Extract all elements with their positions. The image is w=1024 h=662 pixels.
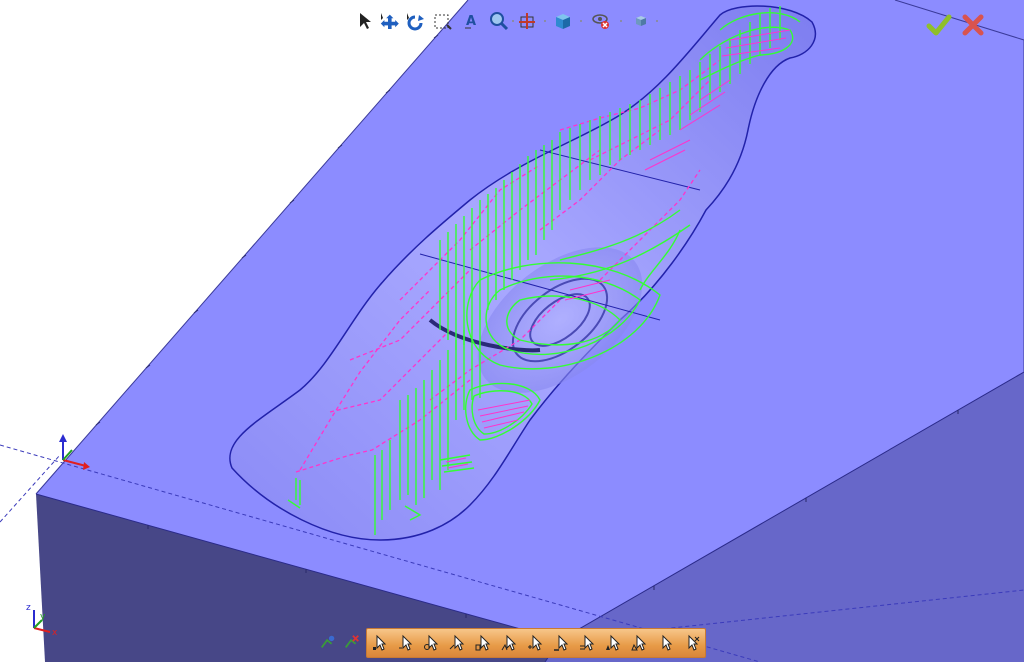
cursor-tool-12[interactable] bbox=[653, 630, 679, 656]
3d-viewport[interactable]: z y x A bbox=[0, 0, 1024, 662]
cancel-button[interactable] bbox=[960, 12, 986, 38]
cursor-tool-4[interactable] bbox=[445, 630, 471, 656]
rotate-icon[interactable] bbox=[404, 10, 426, 32]
cursor-tool-8[interactable] bbox=[549, 630, 575, 656]
toolpath-simulate-icon[interactable] bbox=[318, 632, 338, 652]
toolpath-delete-icon[interactable] bbox=[342, 632, 362, 652]
cursor-tool-2[interactable] bbox=[393, 630, 419, 656]
cursor-tool-6[interactable] bbox=[497, 630, 523, 656]
triad-x-label: x bbox=[52, 628, 58, 638]
pan-center-icon[interactable] bbox=[516, 10, 538, 32]
visibility-icon[interactable] bbox=[590, 10, 612, 32]
triad-y-label: y bbox=[40, 612, 46, 622]
cursor-tool-13[interactable] bbox=[679, 630, 705, 656]
zoom-icon[interactable] bbox=[488, 10, 510, 32]
small-cube-icon[interactable] bbox=[630, 10, 652, 32]
checkmark-icon bbox=[926, 14, 952, 36]
zoom-text-icon[interactable]: A bbox=[462, 10, 484, 32]
view-cube-icon[interactable] bbox=[552, 10, 574, 32]
move-icon[interactable] bbox=[378, 10, 400, 32]
x-icon bbox=[962, 14, 984, 36]
cursor-tool-10[interactable] bbox=[601, 630, 627, 656]
cursor-tool-11[interactable] bbox=[627, 630, 653, 656]
ok-button[interactable] bbox=[926, 12, 952, 38]
cam-scene[interactable] bbox=[0, 0, 1024, 662]
cursor-tool-3[interactable] bbox=[419, 630, 445, 656]
svg-text:A: A bbox=[466, 14, 476, 29]
box-zoom-icon[interactable] bbox=[432, 10, 454, 32]
select-icon[interactable] bbox=[354, 10, 376, 32]
bottom-toolbar bbox=[366, 628, 706, 658]
cursor-tool-1[interactable] bbox=[367, 630, 393, 656]
cursor-tool-9[interactable] bbox=[575, 630, 601, 656]
triad-z-label: z bbox=[26, 603, 31, 613]
cursor-tool-5[interactable] bbox=[471, 630, 497, 656]
cursor-tool-7[interactable] bbox=[523, 630, 549, 656]
